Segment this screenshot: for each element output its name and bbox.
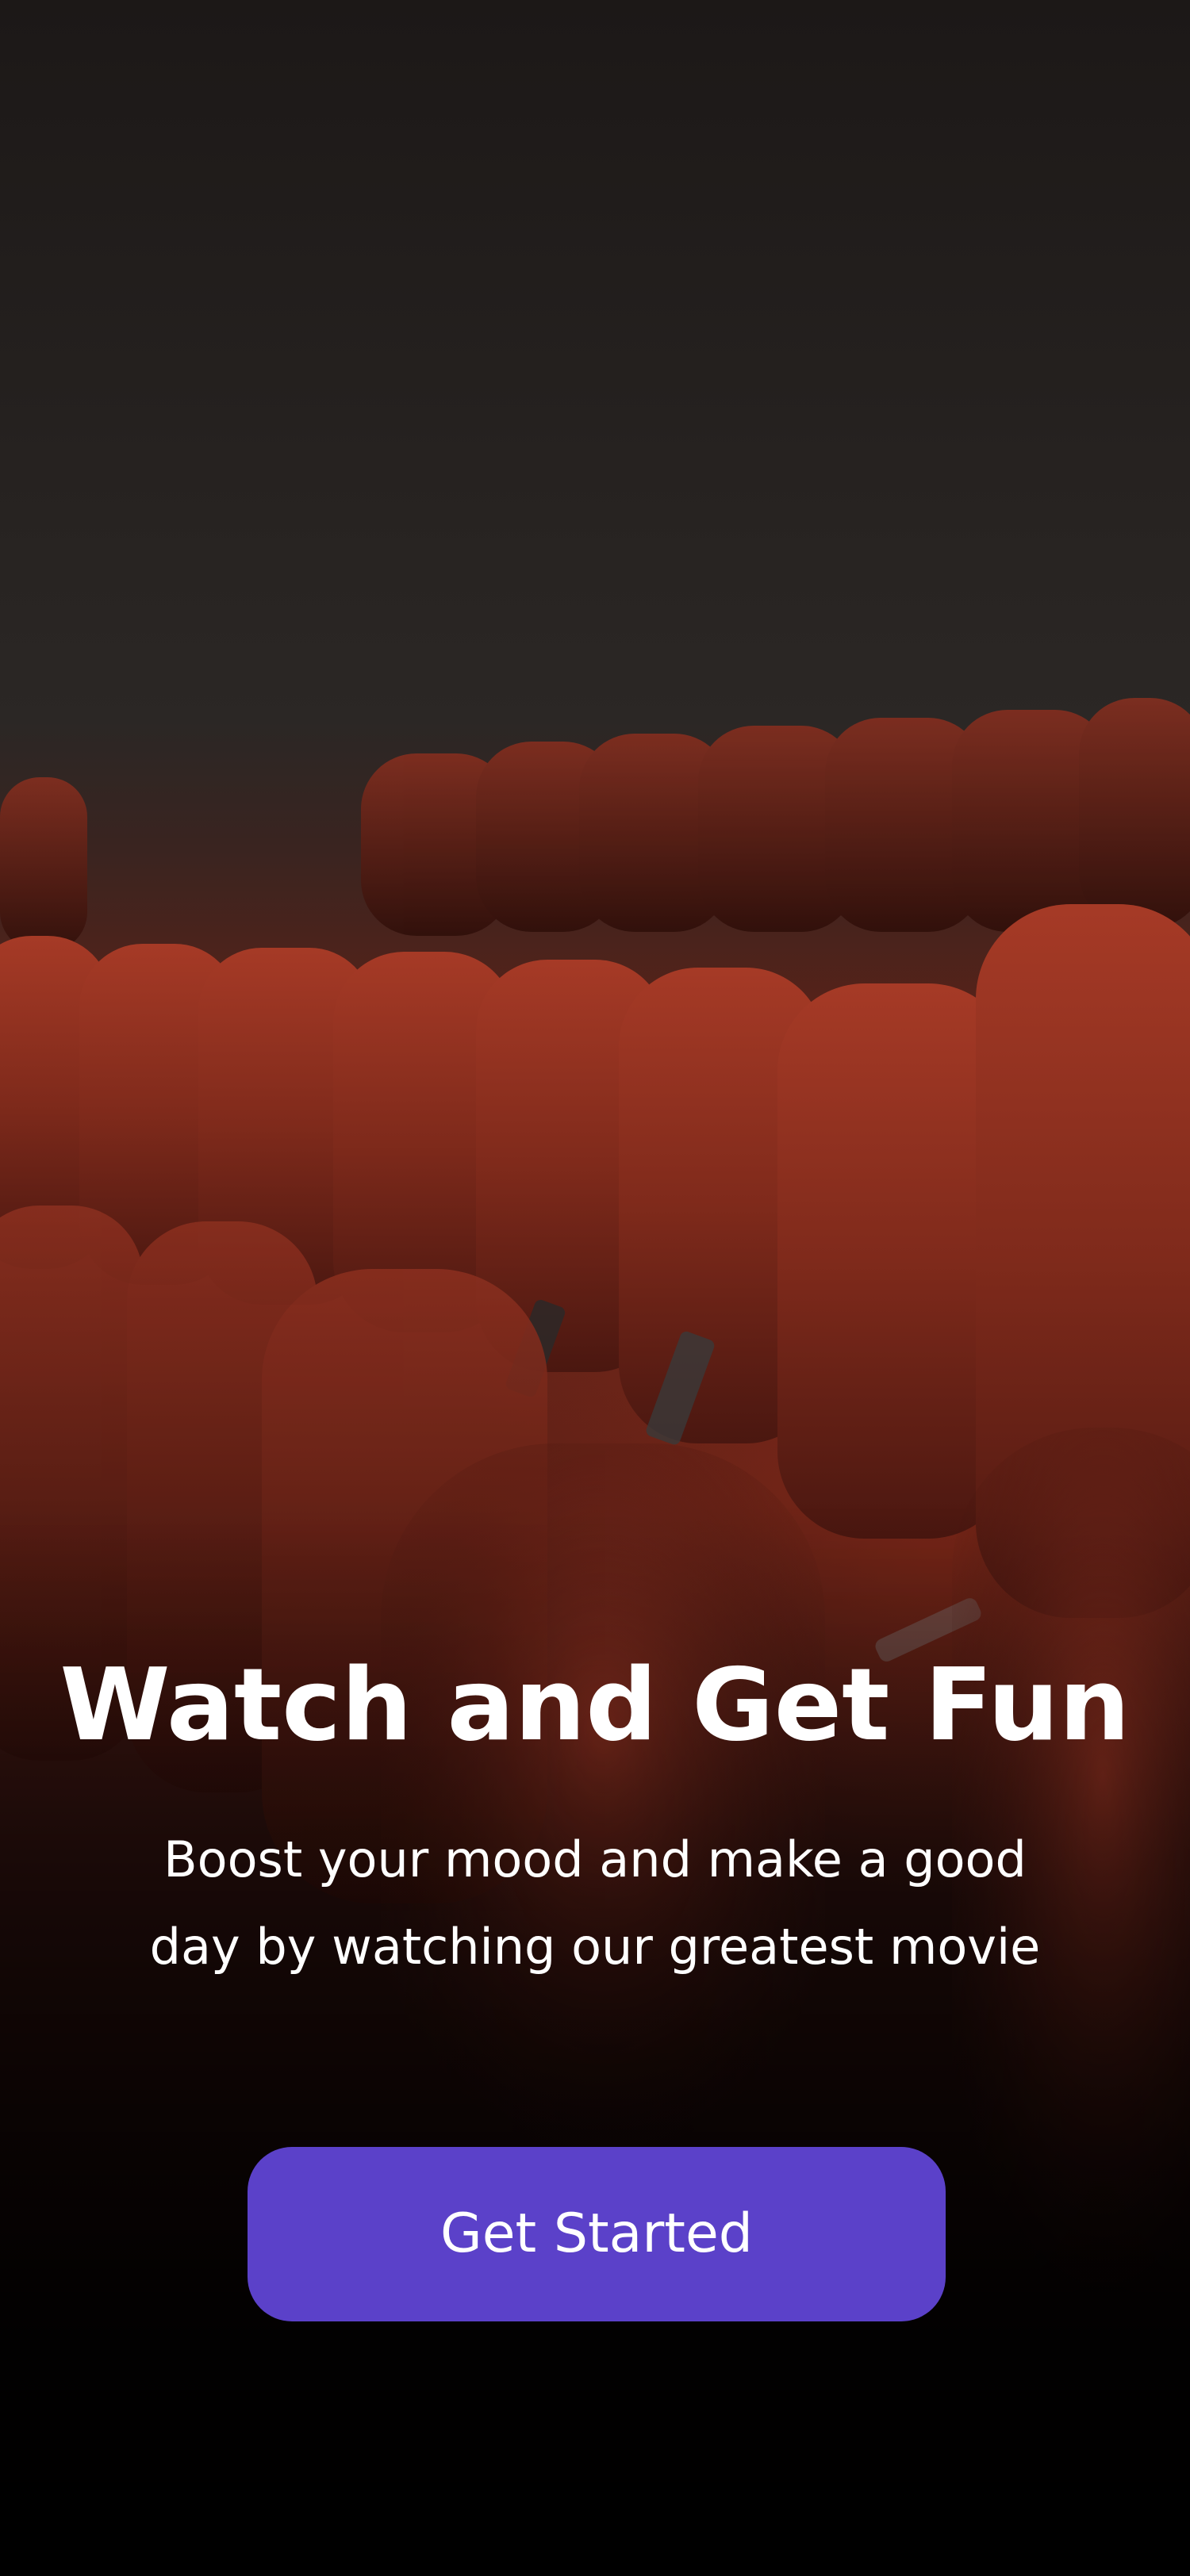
get-started-button[interactable]: Get Started — [248, 2147, 946, 2321]
onboarding-screen: Watch and Get Fun Boost your mood and ma… — [0, 0, 1190, 2576]
onboarding-subtitle: Boost your mood and make a good day by w… — [149, 1830, 1041, 1976]
onboarding-title: Watch and Get Fun — [60, 1646, 1130, 1763]
